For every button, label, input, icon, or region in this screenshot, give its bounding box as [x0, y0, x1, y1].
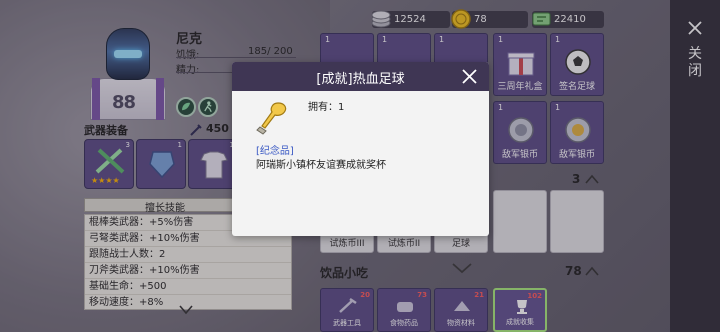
modal-header: [成就]热血足球: [232, 62, 489, 91]
close-icon[interactable]: [462, 69, 477, 84]
trophy-icon: [256, 102, 287, 135]
owned-count: 拥有：1: [308, 102, 345, 113]
modal-title: [成就]热血足球: [316, 72, 405, 87]
item-tag: [纪念品]: [256, 146, 294, 157]
item-detail-modal: [成就]热血足球 拥有：1 [纪念品] 阿瑞斯小镇杯友谊赛成就奖杯: [232, 62, 489, 236]
item-description: 阿瑞斯小镇杯友谊赛成就奖杯: [256, 160, 386, 171]
